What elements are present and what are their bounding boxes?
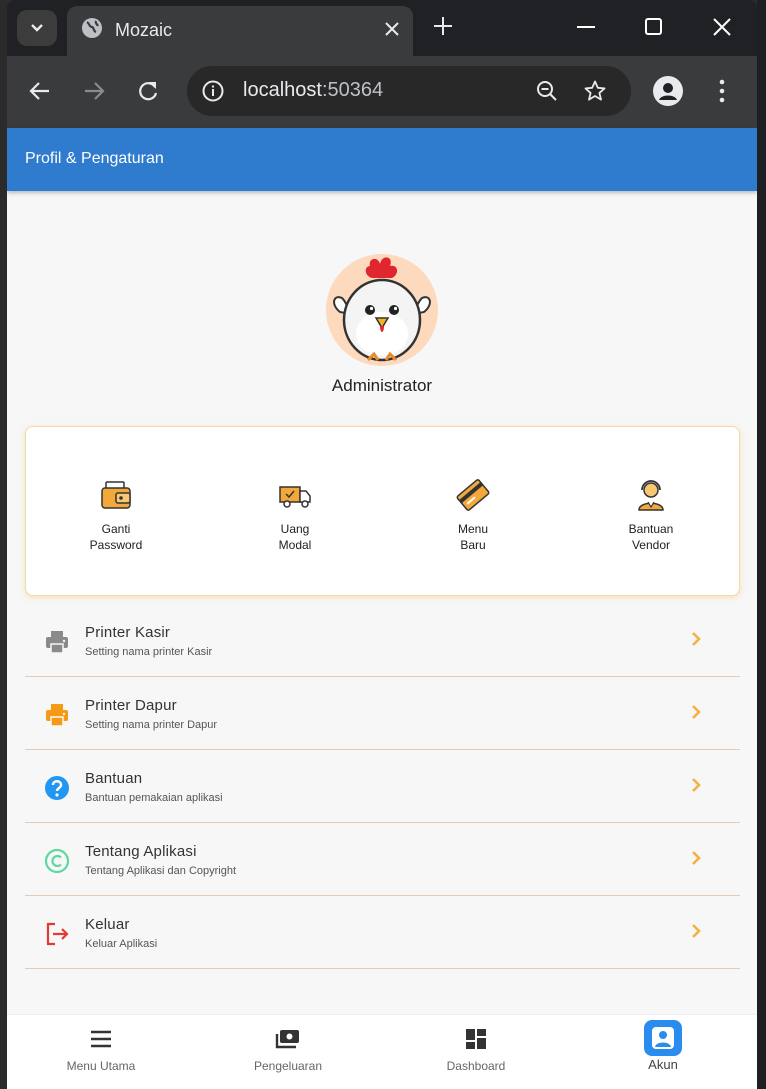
close-tab-icon[interactable] [381,18,403,40]
new-tab-icon[interactable] [431,14,455,38]
app-bar: Profil & Pengaturan [7,128,757,191]
dashboard-icon [466,1029,486,1049]
browser-toolbar: localhost:50364 [7,56,757,128]
globe-icon [82,18,102,38]
url-host: localhost [243,79,322,101]
bookmark-star-icon[interactable] [583,79,607,103]
money-icon [275,1030,299,1049]
minimize-icon[interactable] [573,14,599,40]
support-agent-icon [633,477,669,513]
nav-dashboard[interactable]: Dashboard [401,1025,551,1073]
nav-pengeluaran[interactable]: Pengeluaran [213,1025,363,1073]
list-item-subtitle: Bantuan pemakaian aplikasi [85,792,223,804]
list-item-subtitle: Keluar Aplikasi [85,938,158,950]
reload-icon[interactable] [135,78,161,104]
shortcut-label-line2: Password [89,538,143,552]
shortcut-label-line1: Menu [457,522,489,536]
shortcut-label-line1: Ganti [101,522,131,536]
shortcut-uang-modal[interactable]: Uang Modal [235,477,355,553]
forward-arrow-icon[interactable] [81,78,107,104]
chevron-right-icon [692,632,701,646]
shortcut-label-line1: Bantuan [628,522,674,536]
printer-icon [46,631,68,654]
copyright-icon [44,848,70,874]
list-item-title: Tentang Aplikasi [85,843,197,860]
nav-label: Dashboard [446,1059,506,1073]
zoom-out-icon[interactable] [535,79,559,103]
chevron-right-icon [692,705,701,719]
list-item-title: Bantuan [85,770,143,787]
shortcut-label-line2: Modal [278,538,312,552]
chevron-down-icon [31,24,43,32]
profile-avatar-icon[interactable] [653,76,683,106]
address-bar[interactable]: localhost:50364 [187,66,631,116]
shortcut-label-line1: Uang [280,522,310,536]
list-item-keluar[interactable]: Keluar Keluar Aplikasi [25,896,740,969]
username: Administrator [331,376,433,395]
url-text[interactable]: localhost:50364 [243,79,383,102]
shortcut-menu-baru[interactable]: Menu Baru [413,477,533,553]
more-options-icon[interactable] [717,78,727,104]
menu-icon [91,1030,111,1048]
list-item-printer-kasir[interactable]: Printer Kasir Setting nama printer Kasir [25,604,740,677]
url-port: :50364 [321,79,384,101]
settings-list: Printer Kasir Setting nama printer Kasir… [25,604,740,969]
help-icon [45,776,69,800]
tab-search-button[interactable] [17,10,57,46]
shortcut-label-line2: Baru [460,538,486,552]
list-item-subtitle: Setting nama printer Dapur [85,719,218,731]
list-item-title: Printer Dapur [85,697,177,714]
wallet-icon [98,477,134,513]
list-item-bantuan[interactable]: Bantuan Bantuan pemakaian aplikasi [25,750,740,823]
nav-akun[interactable]: Akun [588,1020,738,1072]
chevron-right-icon [692,851,701,865]
nav-label: Akun [648,1057,678,1072]
site-info-icon[interactable] [201,79,225,103]
chevron-right-icon [692,924,701,938]
browser-tab[interactable]: Mozaic [67,6,413,56]
maximize-icon[interactable] [641,14,667,40]
back-arrow-icon[interactable] [27,78,53,104]
nav-label: Menu Utama [66,1059,136,1073]
list-item-printer-dapur[interactable]: Printer Dapur Setting nama printer Dapur [25,677,740,750]
list-item-tentang-aplikasi[interactable]: Tentang Aplikasi Tentang Aplikasi dan Co… [25,823,740,896]
tab-title: Mozaic [115,20,173,40]
nav-menu-utama[interactable]: Menu Utama [26,1025,176,1073]
delivery-truck-icon [277,477,313,513]
shortcut-bantuan-vendor[interactable]: Bantuan Vendor [591,477,711,553]
shortcut-label-line2: Vendor [631,538,671,552]
bottom-navigation: Menu Utama Pengeluaran Dashboard Akun [7,1014,757,1089]
avatar [326,254,438,366]
page-title: Profil & Pengaturan [25,150,164,167]
logout-icon [46,922,69,946]
chevron-right-icon [692,778,701,792]
chicken-mascot-icon [333,257,431,362]
background-window-edge [757,0,766,1089]
browser-window: Mozaic localhost:50364 Profil & Pengatur… [7,0,757,1089]
shortcut-ganti-password[interactable]: Ganti Password [56,477,176,553]
nav-label: Pengeluaran [253,1059,323,1073]
printer-icon [46,704,68,727]
list-item-subtitle: Setting nama printer Kasir [85,646,213,658]
list-item-title: Printer Kasir [85,624,171,641]
list-item-subtitle: Tentang Aplikasi dan Copyright [85,865,237,877]
shortcut-card: Ganti Password Uang Modal Menu Baru Bant… [25,426,740,596]
title-bar: Mozaic [7,0,757,56]
app-page: Profil & Pengaturan Administrator Ganti … [7,128,757,1089]
close-window-icon[interactable] [709,14,735,40]
list-item-title: Keluar [85,916,130,933]
account-icon [652,1027,674,1049]
credit-card-icon [455,477,491,513]
